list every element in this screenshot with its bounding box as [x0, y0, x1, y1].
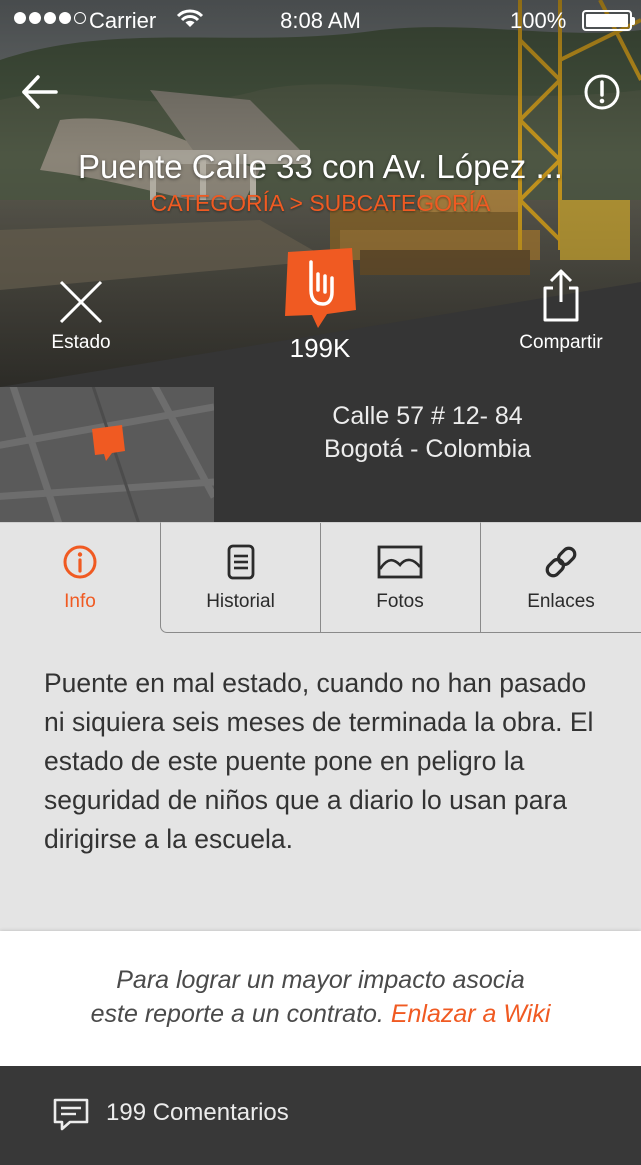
- wiki-prompt-line2: este reporte a un contrato. Enlazar a Wi…: [0, 997, 641, 1031]
- tab-fotos[interactable]: Fotos: [320, 522, 481, 633]
- address-street: Calle 57 # 12- 84: [332, 402, 523, 430]
- report-hero: Calle 57 # 12- 84 Bogotá - Colombia Carr…: [0, 0, 641, 522]
- image-icon: [377, 545, 423, 579]
- document-icon: [227, 544, 254, 580]
- report-address: Calle 57 # 12- 84 Bogotá - Colombia: [214, 400, 641, 466]
- location-map[interactable]: [0, 387, 214, 522]
- wiki-prompt-line1: Para lograr un mayor impacto asocia: [116, 966, 525, 994]
- tab-label: Enlaces: [527, 591, 595, 612]
- detail-tabs: Info Historial Fotos Enlaces: [0, 522, 641, 633]
- address-city: Bogotá - Colombia: [323, 435, 532, 463]
- status-button[interactable]: Estado: [40, 278, 122, 354]
- share-button[interactable]: Compartir: [505, 268, 617, 354]
- wiki-prompt-text: este reporte a un contrato.: [90, 1000, 384, 1028]
- arrow-left-icon: [22, 75, 58, 109]
- tab-label: Info: [64, 591, 96, 612]
- tab-historial[interactable]: Historial: [160, 522, 321, 633]
- link-icon: [545, 546, 577, 578]
- raised-hand-icon: [285, 248, 356, 328]
- tab-enlaces[interactable]: Enlaces: [480, 522, 641, 633]
- wiki-prompt: Para lograr un mayor impacto asocia este…: [0, 931, 641, 1066]
- status-bar: Carrier 8:08 AM 100%: [0, 0, 641, 40]
- comment-icon: [53, 1098, 89, 1131]
- status-label: Estado: [51, 332, 111, 353]
- comments-count: 199 Comentarios: [106, 1099, 289, 1126]
- comments-bar[interactable]: 199 Comentarios: [0, 1066, 641, 1165]
- breadcrumb[interactable]: CATEGORÍA > SUBCATEGORÍA: [0, 190, 641, 217]
- link-wiki-link[interactable]: Enlazar a Wiki: [391, 1000, 551, 1028]
- tab-label: Fotos: [376, 591, 424, 612]
- tab-label: Historial: [206, 591, 275, 612]
- close-icon: [59, 280, 103, 324]
- share-label: Compartir: [519, 332, 603, 353]
- page-title: Puente Calle 33 con Av. López ...: [78, 148, 563, 185]
- alert-icon: [584, 74, 620, 110]
- battery-percent: 100%: [510, 8, 567, 33]
- battery-icon: [582, 10, 635, 31]
- support-count: 199K: [289, 333, 351, 363]
- report-description: Puente en mal estado, cuando no han pasa…: [44, 668, 594, 854]
- support-button[interactable]: 199K: [280, 244, 360, 364]
- info-icon: [63, 545, 97, 579]
- share-icon: [543, 269, 579, 322]
- back-button[interactable]: [18, 72, 62, 112]
- report-problem-button[interactable]: [582, 72, 622, 112]
- tab-info[interactable]: Info: [0, 522, 160, 633]
